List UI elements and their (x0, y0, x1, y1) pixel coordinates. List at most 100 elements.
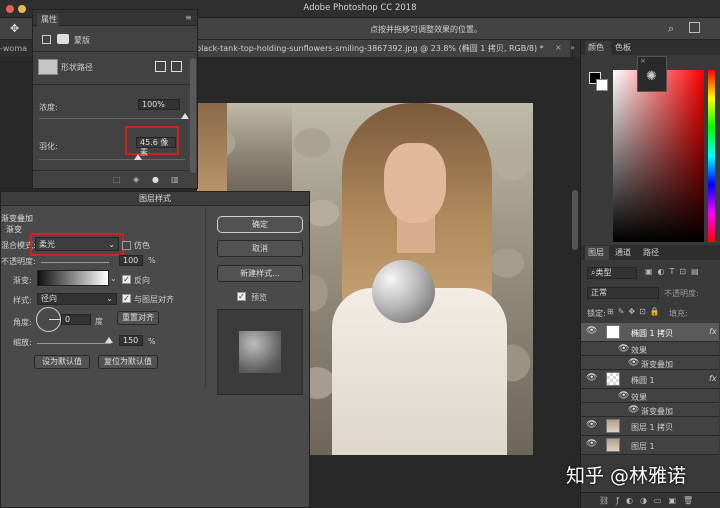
gradient-picker[interactable] (37, 270, 109, 286)
opacity-input[interactable]: 100 (119, 255, 143, 266)
style-label: 样式: (13, 296, 32, 305)
layer-effects-row[interactable]: 👁 效果 (581, 342, 719, 356)
layer-row-ellipse[interactable]: 👁 椭圆 1 fx (581, 370, 719, 389)
lock-label: 锁定: (587, 309, 606, 318)
scale-slider-track[interactable] (37, 343, 111, 344)
layer-effect-row[interactable]: 👁 渐变叠加 (581, 356, 719, 370)
load-selection-icon[interactable]: ⬚ (113, 175, 121, 184)
lock-icons[interactable]: ⊞✎✥⊡🔒 (607, 307, 664, 316)
scale-slider-knob[interactable] (105, 337, 113, 343)
apply-icon[interactable]: ◈ (133, 175, 139, 184)
set-default-button[interactable]: 设为默认值 (34, 355, 90, 369)
eye-icon[interactable]: 👁 (618, 344, 629, 354)
doc-tab-close-button[interactable]: × (555, 43, 562, 52)
layer-filter-icons[interactable]: ▣◐T⊡▤ (645, 267, 704, 276)
eye-icon[interactable]: 👁 (618, 391, 629, 401)
angle-unit: 度 (95, 317, 103, 326)
layers-footer-icons[interactable]: ⛓ƒ◐◑▭▣🗑 (599, 496, 700, 505)
layer-filter-select[interactable]: ⌕类型 (587, 267, 637, 279)
density-input[interactable]: 100% (138, 99, 180, 110)
move-tool-icon[interactable]: ✥ (10, 22, 19, 35)
tab-channels[interactable]: 通道 (615, 246, 631, 260)
layer-style-dialog: 图层样式 渐变叠加 渐变 混合模式: 柔光 ⌄ 仿色 不透明度: 100 % 渐… (0, 191, 310, 508)
canvas-photo-left (197, 103, 297, 193)
gradient-sphere[interactable] (372, 260, 435, 323)
properties-footer: ⬚ ◈ ● ▥ (33, 170, 197, 188)
opacity-slider-track[interactable] (41, 262, 109, 263)
angle-input[interactable]: 0 (61, 314, 91, 325)
layer-effect-row[interactable]: 👁 渐变叠加 (581, 403, 719, 417)
style-preview-swatch (239, 331, 281, 373)
layer-row-layer1-copy[interactable]: 👁 图层 1 拷贝 (581, 417, 719, 436)
fill-label: 填充: (669, 309, 688, 318)
properties-header: × 属性 ≡ (33, 10, 197, 26)
visibility-icon[interactable]: ● (152, 175, 159, 184)
canvas-scrollbar[interactable] (572, 190, 578, 250)
style-select[interactable]: 径向 ⌄ (37, 293, 117, 305)
close-icon[interactable]: × (640, 57, 646, 65)
density-slider-track[interactable] (39, 118, 185, 119)
blend-mode-select[interactable]: 柔光 ⌄ (35, 237, 119, 251)
feather-input[interactable]: 45.6 像素 (136, 137, 176, 157)
vector-mask-icon[interactable] (42, 35, 51, 44)
apply-mask-icon[interactable] (171, 61, 182, 72)
tab-swatches[interactable]: 色板 (615, 41, 631, 55)
layer-name[interactable]: 图层 1 (631, 441, 655, 452)
panel-menu-icon[interactable]: ≡ (185, 13, 192, 22)
pixel-mask-icon[interactable] (57, 34, 69, 44)
new-style-button[interactable]: 新建样式... (217, 265, 303, 282)
tab-color[interactable]: 颜色 (585, 41, 611, 55)
scale-input[interactable]: 150 (119, 335, 143, 346)
layer-name[interactable]: 图层 1 拷贝 (631, 422, 673, 433)
fx-icon[interactable]: fx (709, 327, 717, 336)
scale-label: 缩放: (13, 338, 32, 347)
workspace-icon[interactable] (689, 22, 700, 33)
dither-checkbox[interactable] (122, 241, 131, 250)
ok-button[interactable]: 确定 (217, 216, 303, 233)
effect-name: 渐变叠加 (641, 407, 673, 416)
layer-row-layer1[interactable]: 👁 图层 1 (581, 436, 719, 455)
search-icon[interactable]: ⌕ (668, 22, 674, 36)
layer-effects-row[interactable]: 👁 效果 (581, 389, 719, 403)
color-field[interactable] (613, 70, 704, 242)
layer-name[interactable]: 椭圆 1 拷贝 (631, 328, 673, 339)
eye-icon[interactable]: 👁 (586, 439, 597, 449)
properties-tab[interactable]: 属性 (37, 14, 59, 26)
effects-label: 效果 (631, 346, 647, 355)
select-mask-icon[interactable] (155, 61, 166, 72)
tabs-overflow-button[interactable]: » (570, 43, 575, 52)
chevron-down-icon[interactable]: ⌄ (110, 274, 117, 283)
delete-icon[interactable]: ▥ (171, 175, 179, 184)
layer-row-ellipse-copy[interactable]: 👁 椭圆 1 拷贝 fx (581, 323, 719, 342)
density-slider-knob[interactable] (181, 113, 189, 119)
feather-slider-track[interactable] (39, 159, 185, 160)
hue-slider[interactable] (708, 70, 715, 242)
angle-dial[interactable] (36, 307, 61, 332)
doc-tab-left[interactable]: -woma (0, 40, 36, 57)
eye-icon[interactable]: 👁 (586, 420, 597, 430)
eye-icon[interactable]: 👁 (586, 326, 597, 336)
fx-icon[interactable]: fx (709, 374, 717, 383)
doc-tab-active[interactable]: black-tank-top-holding-sunflowers-smilin… (188, 40, 570, 57)
layer-name[interactable]: 椭圆 1 (631, 375, 655, 386)
layer-blend-mode-select[interactable]: 正常 (587, 287, 659, 299)
reset-default-button[interactable]: 复位为默认值 (98, 355, 158, 369)
eye-icon[interactable]: 👁 (628, 405, 639, 415)
align-label: 与图层对齐 (134, 295, 174, 304)
eye-icon[interactable]: 👁 (586, 373, 597, 383)
reverse-checkbox[interactable]: ✓ (122, 275, 131, 284)
tab-layers[interactable]: 图层 (585, 246, 609, 260)
cancel-button[interactable]: 取消 (217, 240, 303, 257)
tab-paths[interactable]: 路径 (643, 246, 659, 260)
layer-thumbnail (606, 419, 620, 433)
align-checkbox[interactable]: ✓ (122, 294, 131, 303)
adjustments-icon[interactable]: ✺ (646, 69, 657, 84)
density-label: 浓度: (39, 103, 58, 112)
background-color-swatch[interactable] (596, 79, 608, 91)
properties-scrollbar[interactable] (190, 58, 196, 173)
feather-slider-knob[interactable] (134, 154, 143, 160)
canvas-photo[interactable] (292, 103, 533, 455)
preview-checkbox[interactable]: ✓ (237, 292, 246, 301)
eye-icon[interactable]: 👁 (628, 358, 639, 368)
reset-alignment-button[interactable]: 重置对齐 (117, 311, 159, 325)
